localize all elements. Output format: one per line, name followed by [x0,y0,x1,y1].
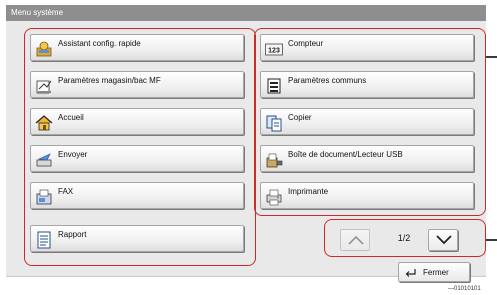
highlight-pager [324,219,486,257]
window-title: Menu système [6,5,486,21]
close-label: Fermer [423,268,449,277]
callout-line-2 [486,239,497,241]
highlight-right-column [254,28,486,216]
return-arrow-icon [405,269,416,277]
close-button[interactable]: Fermer [398,262,470,282]
figure-reference: —01010101 [448,286,481,292]
callout-line-1 [486,56,497,58]
highlight-left-column [24,28,256,266]
